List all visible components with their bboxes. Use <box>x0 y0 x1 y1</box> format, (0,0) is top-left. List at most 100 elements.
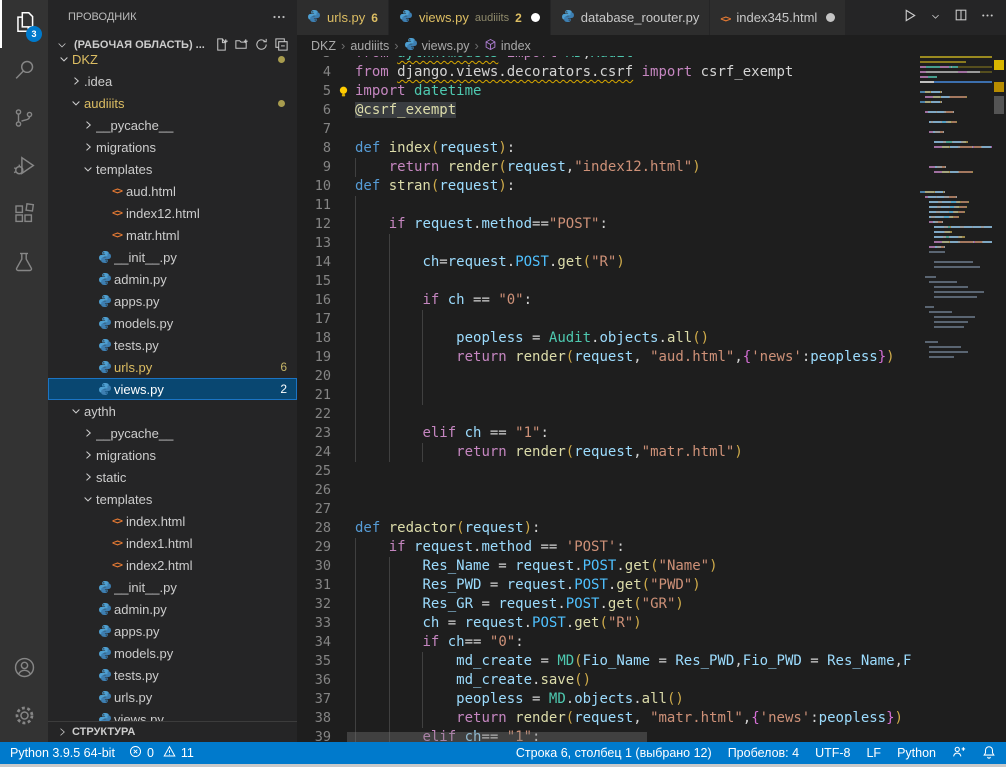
code-line-9[interactable]: 9 return render(request,"index12.html") <box>297 158 920 177</box>
dirty-indicator[interactable] <box>531 13 540 22</box>
tree-item-audiiits[interactable]: audiiits <box>48 92 297 114</box>
breadcrumb-views.py[interactable]: views.py <box>404 37 470 54</box>
tab-index345.html[interactable]: <>index345.html <box>710 0 846 35</box>
code-line-8[interactable]: 8def index(request): <box>297 139 920 158</box>
dirty-indicator[interactable] <box>826 13 835 22</box>
horizontal-scrollbar-thumb[interactable] <box>347 732 647 742</box>
code-line-5[interactable]: 5import datetime <box>297 82 920 101</box>
more-actions[interactable] <box>976 7 998 29</box>
code-line-6[interactable]: 6@csrf_exempt <box>297 101 920 120</box>
activitybar-extensions[interactable] <box>0 192 48 240</box>
code-line-11[interactable]: 11 <box>297 196 920 215</box>
status-cursor-position[interactable]: Строка 6, столбец 1 (выбрано 12) <box>516 746 712 760</box>
code-line-22[interactable]: 22 <box>297 405 920 424</box>
tree-item-static[interactable]: static <box>48 466 297 488</box>
tree-item-DKZ[interactable]: DKZ <box>48 48 297 70</box>
tree-item-admin.py[interactable]: admin.py <box>48 598 297 620</box>
code-line-27[interactable]: 27 <box>297 500 920 519</box>
activitybar-search[interactable] <box>0 48 48 96</box>
tree-item-templates[interactable]: templates <box>48 488 297 510</box>
overview-ruler[interactable] <box>992 56 1006 742</box>
activitybar-run-debug[interactable] <box>0 144 48 192</box>
code-line-32[interactable]: 32 Res_GR = request.POST.get("GR") <box>297 595 920 614</box>
tree-item-index12.html[interactable]: <>index12.html <box>48 202 297 224</box>
tree-item-__pycache__[interactable]: __pycache__ <box>48 422 297 444</box>
code-line-38[interactable]: 38 return render(request, "matr.html",{'… <box>297 709 920 728</box>
code-line-34[interactable]: 34 if ch== "0": <box>297 633 920 652</box>
code-line-18[interactable]: 18 peopless = Audit.objects.all() <box>297 329 920 348</box>
code-line-14[interactable]: 14 ch=request.POST.get("R") <box>297 253 920 272</box>
activitybar-testing[interactable] <box>0 240 48 288</box>
tree-item-apps.py[interactable]: apps.py <box>48 620 297 642</box>
scrollbar-thumb[interactable] <box>994 96 1004 114</box>
tree-item-.idea[interactable]: .idea <box>48 70 297 92</box>
tree-item-tests.py[interactable]: tests.py <box>48 664 297 686</box>
code-line-19[interactable]: 19 return render(request, "aud.html",{'n… <box>297 348 920 367</box>
tab-database_roouter.py[interactable]: database_roouter.py <box>551 0 711 35</box>
tree-item-index2.html[interactable]: <>index2.html <box>48 554 297 576</box>
activitybar-explorer[interactable]: 3 <box>0 0 48 48</box>
code-line-12[interactable]: 12 if request.method=="POST": <box>297 215 920 234</box>
run-dropdown[interactable] <box>924 7 946 29</box>
status-python-interpreter[interactable]: Python 3.9.5 64-bit <box>10 746 115 760</box>
code-line-37[interactable]: 37 peopless = MD.objects.all() <box>297 690 920 709</box>
status-problems[interactable]: 011 <box>129 745 194 761</box>
views-more-actions-icon[interactable] <box>269 7 289 27</box>
breadcrumb-DKZ[interactable]: DKZ <box>311 39 336 53</box>
tree-item-index1.html[interactable]: <>index1.html <box>48 532 297 554</box>
tree-item-matr.html[interactable]: <>matr.html <box>48 224 297 246</box>
editor-body[interactable]: 3from aythh.models import MD,Audit4from … <box>297 56 1006 742</box>
outline-section-header[interactable]: СТРУКТУРА <box>48 721 297 742</box>
tree-item-models.py[interactable]: models.py <box>48 312 297 334</box>
run-button[interactable] <box>898 7 920 29</box>
tree-item-migrations[interactable]: migrations <box>48 136 297 158</box>
activitybar-source-control[interactable] <box>0 96 48 144</box>
tree-item-views.py[interactable]: views.py2 <box>48 378 297 400</box>
tree-item-views.py[interactable]: views.py <box>48 708 297 721</box>
tree-item-aythh[interactable]: aythh <box>48 400 297 422</box>
code-line-33[interactable]: 33 ch = request.POST.get("R") <box>297 614 920 633</box>
activitybar-settings[interactable] <box>0 694 48 742</box>
code-line-13[interactable]: 13 <box>297 234 920 253</box>
code-area[interactable]: 3from aythh.models import MD,Audit4from … <box>297 56 920 742</box>
tree-item-aud.html[interactable]: <>aud.html <box>48 180 297 202</box>
tab-urls.py[interactable]: urls.py6 <box>297 0 389 35</box>
code-line-26[interactable]: 26 <box>297 481 920 500</box>
code-line-25[interactable]: 25 <box>297 462 920 481</box>
code-line-30[interactable]: 30 Res_Name = request.POST.get("Name") <box>297 557 920 576</box>
tree-item-tests.py[interactable]: tests.py <box>48 334 297 356</box>
tree-item-templates[interactable]: templates <box>48 158 297 180</box>
code-line-36[interactable]: 36 md_create.save() <box>297 671 920 690</box>
tree-item-apps.py[interactable]: apps.py <box>48 290 297 312</box>
tree-item-urls.py[interactable]: urls.py6 <box>48 356 297 378</box>
tree-item-urls.py[interactable]: urls.py <box>48 686 297 708</box>
breadcrumb-index[interactable]: index <box>484 38 531 54</box>
code-line-3[interactable]: 3from aythh.models import MD,Audit <box>297 56 920 63</box>
tree-item-__init__.py[interactable]: __init__.py <box>48 246 297 268</box>
code-line-10[interactable]: 10def stran(request): <box>297 177 920 196</box>
tab-views.py[interactable]: views.pyaudiiits2 <box>389 0 551 35</box>
code-line-23[interactable]: 23 elif ch == "1": <box>297 424 920 443</box>
code-line-21[interactable]: 21 <box>297 386 920 405</box>
tree-item-__init__.py[interactable]: __init__.py <box>48 576 297 598</box>
code-line-17[interactable]: 17 <box>297 310 920 329</box>
code-line-29[interactable]: 29 if request.method == 'POST': <box>297 538 920 557</box>
status-eol[interactable]: LF <box>866 746 881 760</box>
status-notifications[interactable] <box>982 745 996 762</box>
status-encoding[interactable]: UTF-8 <box>815 746 850 760</box>
code-line-31[interactable]: 31 Res_PWD = request.POST.get("PWD") <box>297 576 920 595</box>
code-line-7[interactable]: 7 <box>297 120 920 139</box>
tree-item-index.html[interactable]: <>index.html <box>48 510 297 532</box>
breadcrumb-audiiits[interactable]: audiiits <box>350 39 389 53</box>
split-editor-button[interactable] <box>950 7 972 29</box>
activitybar-account[interactable] <box>0 646 48 694</box>
code-line-35[interactable]: 35 md_create = MD(Fio_Name = Res_PWD,Fio… <box>297 652 920 671</box>
status-feedback[interactable] <box>952 745 966 762</box>
code-line-4[interactable]: 4from django.views.decorators.csrf impor… <box>297 63 920 82</box>
code-line-20[interactable]: 20 <box>297 367 920 386</box>
tree-item-admin.py[interactable]: admin.py <box>48 268 297 290</box>
tree-item-__pycache__[interactable]: __pycache__ <box>48 114 297 136</box>
minimap[interactable] <box>920 56 992 742</box>
tree-item-models.py[interactable]: models.py <box>48 642 297 664</box>
code-line-16[interactable]: 16 if ch == "0": <box>297 291 920 310</box>
